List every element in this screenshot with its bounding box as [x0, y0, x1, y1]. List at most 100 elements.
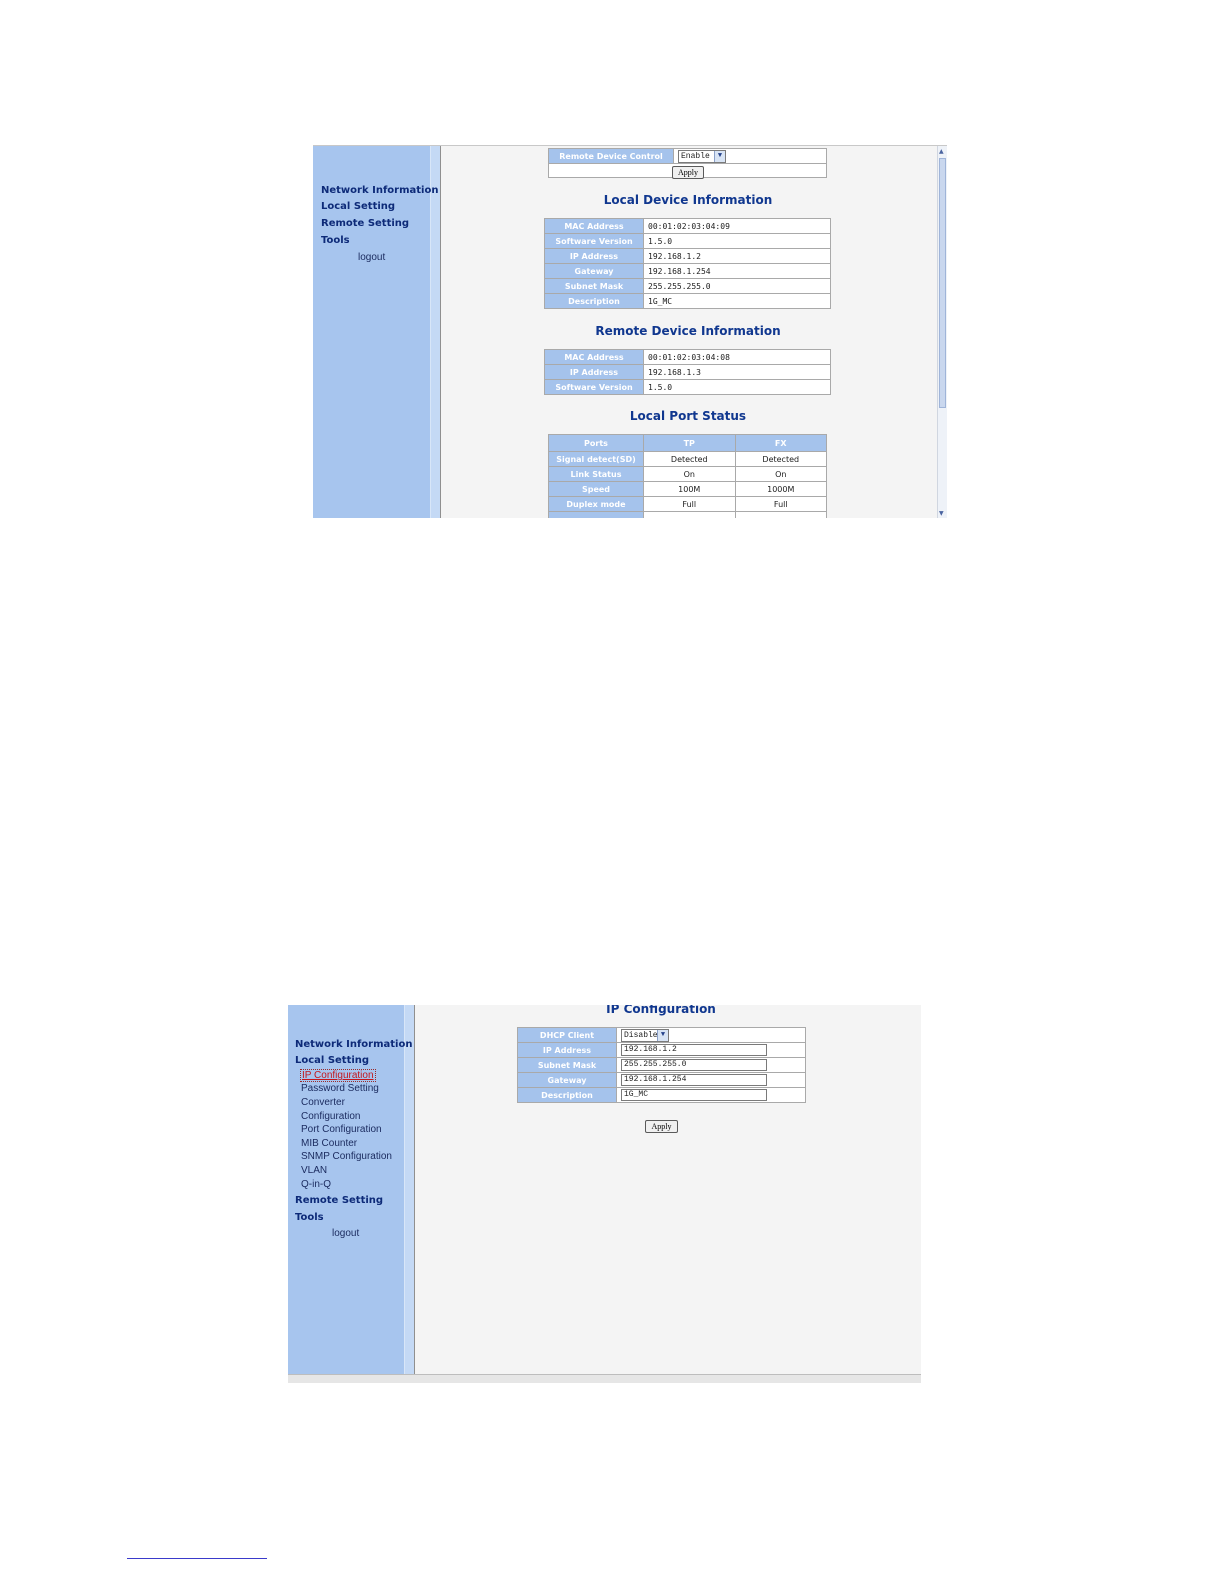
- port-status-table: Ports TP FX Signal detect(SD) Detected Det…: [548, 434, 827, 518]
- row-label: Signal detect(SD): [548, 451, 644, 467]
- row-label: Subnet Mask: [544, 278, 644, 294]
- remote-control-cell: Enable ▼: [673, 148, 827, 164]
- screenshot-ip-configuration: Network Information Local Setting IP Con…: [288, 1005, 921, 1383]
- row-value-cell: 192.168.1.2: [616, 1042, 806, 1058]
- row-value: 00:01:02:03:04:09: [643, 218, 831, 234]
- fx-value: Detected: [734, 451, 827, 467]
- row-value-cell: 192.168.1.254: [616, 1072, 806, 1088]
- nav-remote-setting[interactable]: Remote Setting: [321, 218, 409, 229]
- row-value-cell: 1G_MC: [616, 1087, 806, 1103]
- row-label: Gateway: [517, 1072, 617, 1088]
- row-label: Description: [517, 1087, 617, 1103]
- nav-tools[interactable]: Tools: [295, 1212, 324, 1223]
- remote-control-value: Enable: [681, 151, 710, 161]
- row-label: Description: [544, 293, 644, 309]
- nav-port-configuration[interactable]: Port Configuration: [301, 1124, 382, 1135]
- scroll-down-icon[interactable]: ▼: [939, 510, 944, 517]
- scrollbar-thumb[interactable]: [939, 158, 946, 408]
- ip-address-input[interactable]: 192.168.1.2: [621, 1044, 767, 1056]
- table-row: Software Version 1.5.0: [544, 379, 831, 395]
- screenshot-network-information: Network Information Local Setting Remote…: [313, 145, 947, 518]
- row-label: [548, 511, 644, 518]
- table-row: Duplex mode Full Full: [548, 496, 827, 512]
- row-label: Software Version: [544, 379, 644, 395]
- dhcp-value: Disable: [624, 1030, 658, 1040]
- nav-vlan[interactable]: VLAN: [301, 1165, 327, 1176]
- table-row: Description 1G_MC: [517, 1087, 806, 1103]
- column-header: FX: [734, 434, 827, 452]
- table-row: DHCP Client Disable ▼: [517, 1027, 806, 1043]
- apply-button[interactable]: Apply: [672, 166, 704, 179]
- fx-value: [734, 511, 827, 518]
- local-device-title: Local Device Information: [603, 193, 773, 207]
- table-row: Gateway 192.168.1.254: [544, 263, 831, 279]
- row-value: 1G_MC: [643, 293, 831, 309]
- table-row: Subnet Mask 255.255.255.0: [517, 1057, 806, 1073]
- table-row: IP Address 192.168.1.3: [544, 364, 831, 380]
- dhcp-select[interactable]: Disable ▼: [621, 1028, 669, 1042]
- remote-device-table: MAC Address 00:01:02:03:04:08 IP Address 1…: [544, 349, 831, 395]
- column-header: TP: [643, 434, 736, 452]
- table-row: [548, 511, 827, 518]
- apply-button[interactable]: Apply: [645, 1120, 678, 1133]
- nav-password-setting[interactable]: Password Setting: [301, 1083, 379, 1094]
- subnet-mask-input[interactable]: 255.255.255.0: [621, 1059, 767, 1071]
- row-label: IP Address: [544, 248, 644, 264]
- chevron-down-icon: ▼: [714, 150, 725, 162]
- row-label: Software Version: [544, 233, 644, 249]
- nav-q-in-q[interactable]: Q-in-Q: [301, 1179, 331, 1190]
- ip-config-title: IP Configuration: [606, 1005, 716, 1016]
- port-status-title: Local Port Status: [629, 409, 747, 423]
- row-value: 1.5.0: [643, 233, 831, 249]
- tp-value: Detected: [643, 451, 736, 467]
- table-row: IP Address 192.168.1.2: [517, 1042, 806, 1058]
- table-row: MAC Address 00:01:02:03:04:08: [544, 349, 831, 365]
- tp-value: On: [643, 466, 736, 482]
- nav-network-information[interactable]: Network Information: [295, 1039, 412, 1050]
- row-label: Link Status: [548, 466, 644, 482]
- table-header-row: Ports TP FX: [548, 434, 827, 452]
- logout-link[interactable]: logout: [358, 252, 385, 263]
- nav-network-information[interactable]: Network Information: [321, 185, 438, 196]
- table-row: Speed 100M 1000M: [548, 481, 827, 497]
- fx-value: 1000M: [734, 481, 827, 497]
- fx-value: On: [734, 466, 827, 482]
- table-row: Subnet Mask 255.255.255.0: [544, 278, 831, 294]
- tp-value: 100M: [643, 481, 736, 497]
- nav-mib-counter[interactable]: MIB Counter: [301, 1138, 357, 1149]
- nav-converter[interactable]: Converter: [301, 1097, 345, 1108]
- row-label: Gateway: [544, 263, 644, 279]
- fx-value: Full: [734, 496, 827, 512]
- row-label: MAC Address: [544, 218, 644, 234]
- remote-control-label: Remote Device Control: [548, 148, 674, 164]
- row-value: 1.5.0: [643, 379, 831, 395]
- table-row: Software Version 1.5.0: [544, 233, 831, 249]
- tp-value: Full: [643, 496, 736, 512]
- sidebar-divider: [430, 146, 441, 518]
- table-row: IP Address 192.168.1.2: [544, 248, 831, 264]
- nav-remote-setting[interactable]: Remote Setting: [295, 1195, 383, 1206]
- logout-link[interactable]: logout: [332, 1228, 359, 1239]
- description-input[interactable]: 1G_MC: [621, 1089, 767, 1101]
- nav-local-setting[interactable]: Local Setting: [295, 1055, 369, 1066]
- nav-snmp-configuration[interactable]: SNMP Configuration: [301, 1151, 392, 1162]
- nav-ip-configuration[interactable]: IP Configuration: [300, 1069, 376, 1082]
- tp-value: [643, 511, 736, 518]
- row-value-cell: 255.255.255.0: [616, 1057, 806, 1073]
- nav-local-setting[interactable]: Local Setting: [321, 201, 395, 212]
- remote-control-select[interactable]: Enable ▼: [678, 149, 726, 163]
- chevron-down-icon: ▼: [657, 1029, 668, 1041]
- sidebar-divider: [404, 1005, 415, 1375]
- vertical-scrollbar[interactable]: ▲ ▼: [937, 146, 947, 518]
- scroll-up-icon[interactable]: ▲: [939, 148, 944, 155]
- nav-configuration[interactable]: Configuration: [301, 1111, 360, 1122]
- column-header: Ports: [548, 434, 644, 452]
- row-value: 192.168.1.3: [643, 364, 831, 380]
- row-label: Subnet Mask: [517, 1057, 617, 1073]
- nav-tools[interactable]: Tools: [321, 235, 350, 246]
- table-row: MAC Address 00:01:02:03:04:09: [544, 218, 831, 234]
- row-label: Duplex mode: [548, 496, 644, 512]
- row-label: MAC Address: [544, 349, 644, 365]
- row-value: 192.168.1.254: [643, 263, 831, 279]
- gateway-input[interactable]: 192.168.1.254: [621, 1074, 767, 1086]
